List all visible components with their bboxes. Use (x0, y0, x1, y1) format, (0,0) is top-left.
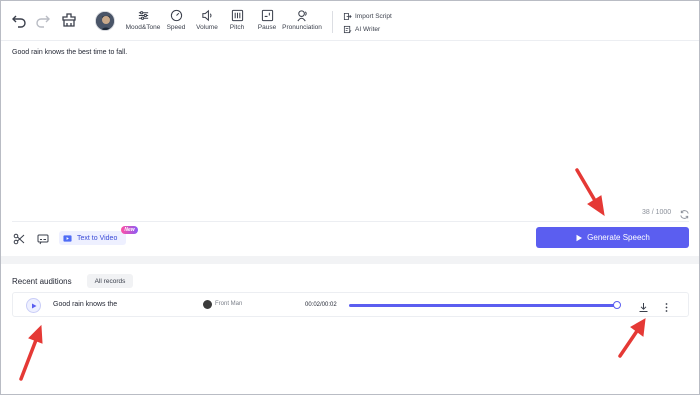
text-to-video-button[interactable]: Text to Video (59, 231, 126, 245)
tool-label: Volume (196, 24, 218, 31)
tool-pronunciation[interactable]: Pronunciation (282, 9, 322, 35)
scissors-icon[interactable] (13, 232, 25, 245)
voice-avatar[interactable] (95, 11, 115, 31)
generate-speech-button[interactable]: Generate Speech (536, 227, 689, 248)
download-icon[interactable] (638, 300, 649, 312)
tool-label: Pause (257, 24, 277, 31)
tool-speed[interactable]: Speed (166, 9, 186, 35)
voice-name: Front Man (215, 301, 243, 307)
tool-label: Pronunciation (282, 24, 322, 31)
clear-icon[interactable] (61, 12, 77, 28)
tool-label: Pitch (229, 24, 245, 31)
import-script-link[interactable]: Import Script (343, 11, 392, 21)
tool-label: Speed (166, 24, 186, 31)
tool-label: Mood&Tone (125, 24, 161, 31)
video-icon (63, 234, 72, 242)
undo-icon[interactable] (11, 12, 27, 28)
toolbar: Mood&Tone Speed Volume Pitch Pause Pronu… (1, 1, 699, 41)
progress-bar[interactable] (349, 304, 618, 307)
sliders-icon (138, 11, 148, 20)
play-button[interactable] (26, 298, 41, 313)
import-script-label: Import Script (355, 12, 392, 20)
play-icon (31, 303, 36, 308)
section-divider (1, 256, 699, 264)
new-badge: New (121, 226, 138, 234)
volume-icon (201, 9, 211, 22)
tool-volume[interactable]: Volume (194, 9, 220, 35)
editor-divider (12, 221, 689, 222)
redo-icon[interactable] (35, 12, 51, 28)
app-frame (0, 0, 700, 395)
recent-auditions-title: Recent auditions (12, 277, 72, 286)
ai-writer-label: AI Writer (355, 25, 381, 33)
tool-pause[interactable]: Pause (257, 9, 277, 35)
pitch-icon (231, 9, 243, 22)
toolbar-divider (332, 11, 333, 33)
playback-time: 00:02/00:02 (305, 302, 337, 308)
audition-row: Good rain knows the Front Man 00:02/00:0… (12, 292, 689, 317)
voice-avatar-small (203, 300, 212, 309)
all-records-button[interactable]: All records (87, 274, 133, 288)
text-to-video-label: Text to Video (77, 234, 118, 242)
play-icon (576, 234, 583, 241)
ai-writer-icon (343, 25, 352, 33)
audition-text: Good rain knows the (53, 301, 118, 308)
pause-icon (261, 9, 273, 22)
more-options-icon[interactable] (661, 300, 672, 312)
pronunciation-icon (296, 10, 307, 22)
import-icon (343, 12, 352, 20)
char-count: 38 / 1000 (642, 209, 672, 216)
subtitle-icon[interactable] (37, 232, 49, 245)
refresh-icon[interactable] (679, 207, 690, 219)
script-editor[interactable]: Good rain knows the best time to fall. (12, 49, 127, 56)
ai-writer-link[interactable]: AI Writer (343, 24, 380, 34)
progress-handle[interactable] (613, 301, 621, 309)
tool-mood-tone[interactable]: Mood&Tone (124, 9, 162, 35)
speed-icon (170, 9, 182, 22)
tool-pitch[interactable]: Pitch (228, 9, 246, 35)
generate-speech-label: Generate Speech (587, 233, 650, 242)
